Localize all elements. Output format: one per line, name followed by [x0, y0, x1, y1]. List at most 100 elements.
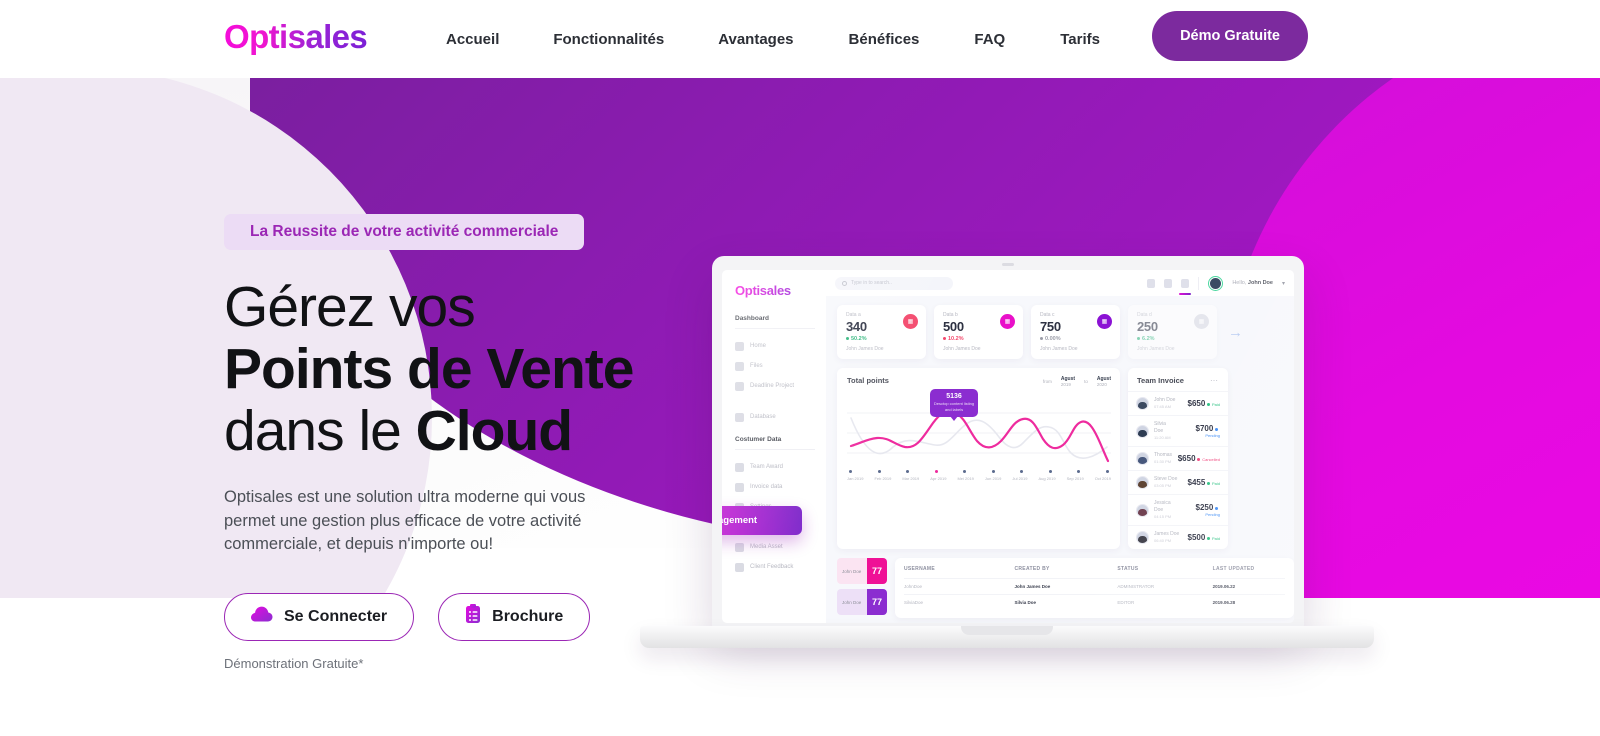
- score-card[interactable]: John Doe 77: [837, 589, 887, 615]
- dashboard-main: Type in to search.. Hello, John Doe ▾ Da…: [826, 270, 1294, 623]
- stat-change: 10.2%: [943, 336, 1015, 342]
- chart-tooltip: 5136 Desctop content listing and labels: [930, 389, 978, 421]
- chevron-down-icon[interactable]: ▾: [1282, 280, 1285, 287]
- stat-card[interactable]: Data c 750 0.00% John James Doe ▦: [1031, 305, 1120, 359]
- sidebar-item-invoice-data[interactable]: Invoice data: [735, 477, 815, 497]
- hero-section: La Reussite de votre activité commercial…: [0, 78, 1600, 736]
- search-placeholder: Type in to search..: [851, 280, 892, 286]
- database-icon: [735, 412, 744, 422]
- list-item[interactable]: Jessica Doe 04:15 PM $250 Pending: [1128, 494, 1228, 525]
- list-item[interactable]: John Doe 07:45 AM $650 Paid: [1128, 391, 1228, 415]
- invoice-amount: $455: [1187, 478, 1206, 487]
- brochure-label: Brochure: [492, 607, 564, 625]
- top-navigation-bar: Optisales Accueil Fonctionnalités Avanta…: [0, 0, 1600, 78]
- invoice-amount: $500: [1187, 533, 1206, 542]
- sidebar-item-media-asset[interactable]: Media Asset: [735, 537, 815, 557]
- nav-link-benefices[interactable]: Bénéfices: [849, 31, 920, 48]
- mail-icon[interactable]: [1164, 278, 1173, 288]
- sidebar-item-database[interactable]: Database: [735, 407, 815, 427]
- brand-logo[interactable]: Optisales: [224, 18, 368, 56]
- invoice-name: Jessica Doe: [1154, 500, 1171, 513]
- clipboard-icon: [465, 604, 481, 629]
- cell-status: EDITOR: [1117, 600, 1135, 605]
- tooltip-value: 5136: [946, 393, 962, 400]
- cell-status: ADMINISTRATOR: [1117, 584, 1155, 589]
- se-connecter-button[interactable]: Se Connecter: [224, 592, 415, 641]
- sidebar-item-client-feedback[interactable]: Client Feedback: [735, 557, 815, 577]
- column-header-status: STATUS: [1117, 566, 1139, 572]
- image-icon: [735, 542, 744, 552]
- cloud-icon: [251, 606, 273, 627]
- sidebar-item-team-award[interactable]: Team Award: [735, 457, 815, 477]
- laptop-lid: Optisales Dashboard Home Files Deadline …: [712, 256, 1304, 629]
- sidebar-item-home[interactable]: Home: [735, 336, 815, 356]
- range-from-value[interactable]: Agust 2019: [1061, 376, 1075, 387]
- table-header-row: USERNAME CREATED BY STATUS LAST UPDATED: [904, 566, 1285, 578]
- table-row[interactable]: JohnDoe John James Doe ADMINISTRATOR 201…: [904, 578, 1285, 594]
- invoice-name: Steve Doe: [1154, 476, 1178, 482]
- invoice-title: Team Invoice: [1137, 376, 1184, 385]
- range-to-value[interactable]: Agust 2020: [1097, 376, 1111, 387]
- next-arrow-icon[interactable]: →: [1228, 324, 1243, 341]
- nav-link-tarifs[interactable]: Tarifs: [1060, 31, 1100, 48]
- stat-card[interactable]: Data d 250 6.2% John James Doe ▦: [1128, 305, 1217, 359]
- x-tick-label: Feb 2019: [874, 476, 892, 481]
- cell-username: SilviaDoe: [904, 600, 924, 605]
- hero-tagline-badge: La Reussite de votre activité commercial…: [224, 214, 585, 250]
- list-item[interactable]: Steve Doe 03:05 PM $455 Paid: [1128, 470, 1228, 494]
- column-header-created-by: CREATED BY: [1014, 566, 1050, 572]
- sidebar-item-label: Files: [750, 363, 763, 369]
- stat-sub: John James Doe: [846, 346, 884, 352]
- stat-badge-icon: ▦: [1194, 314, 1209, 329]
- sidebar-item-label: Client Feedback: [750, 564, 794, 570]
- search-icon: [842, 280, 847, 286]
- headline-line-3-bold: Cloud: [415, 399, 573, 463]
- table-row[interactable]: SilviaDoe Silvia Doe EDITOR 2019.06.28: [904, 594, 1285, 610]
- stat-sub: John James Doe: [943, 346, 981, 352]
- x-tick-label: Mei 2019: [957, 476, 974, 481]
- column-header-username: USERNAME: [904, 566, 936, 572]
- chart-title: Total points: [847, 376, 889, 385]
- main-nav-links: Accueil Fonctionnalités Avantages Bénéfi…: [446, 0, 1100, 78]
- nav-link-avantages[interactable]: Avantages: [718, 31, 793, 48]
- se-connecter-label: Se Connecter: [284, 607, 388, 625]
- search-input[interactable]: Type in to search..: [835, 276, 953, 290]
- list-item[interactable]: James Doe 06:40 PM $500 Paid: [1128, 525, 1228, 549]
- score-name: John Doe: [842, 568, 862, 574]
- nav-link-faq[interactable]: FAQ: [974, 31, 1005, 48]
- stat-card[interactable]: Data a 340 50.2% John James Doe ▦: [837, 305, 926, 359]
- nav-link-accueil[interactable]: Accueil: [446, 31, 499, 48]
- avatar: [1136, 452, 1149, 465]
- invoice-time: 01:30 PM: [1154, 459, 1172, 464]
- stat-change: 50.2%: [846, 336, 918, 342]
- sidebar-management-spacer: [735, 396, 815, 407]
- chart-date-range[interactable]: from Agust 2019 to Agust 2020: [1043, 376, 1111, 387]
- stat-card[interactable]: Data b 500 10.2% John James Doe ▦: [934, 305, 1023, 359]
- avatar[interactable]: [1208, 275, 1224, 291]
- sidebar-item-files[interactable]: Files: [735, 356, 815, 376]
- score-card[interactable]: John Doe 77: [837, 558, 887, 584]
- bell-icon[interactable]: [1147, 278, 1156, 288]
- sidebar-item-deadline-project[interactable]: Deadline Project: [735, 376, 815, 396]
- page-title: Gérez vos Points de Vente dans le Cloud: [224, 276, 684, 462]
- cell-username: JohnDoe: [904, 584, 923, 589]
- status-badge: Paid: [1206, 402, 1220, 407]
- more-options-icon[interactable]: ⋯: [1210, 376, 1219, 385]
- file-icon: [735, 361, 744, 371]
- list-item[interactable]: Silvia Doe 11:20 AM $700 Pending: [1128, 415, 1228, 446]
- demo-gratuite-button[interactable]: Démo Gratuite: [1152, 11, 1308, 61]
- cell-created-by: Silvia Doe: [1014, 600, 1036, 605]
- sidebar-item-label: Team Award: [750, 464, 783, 470]
- sidebar-section-dashboard: Dashboard: [735, 315, 815, 329]
- invoice-time: 07:45 AM: [1154, 404, 1171, 409]
- management-highlight-pill[interactable]: Management: [722, 506, 802, 535]
- invoice-time: 11:20 AM: [1154, 435, 1171, 440]
- nav-link-fonctionnalites[interactable]: Fonctionnalités: [553, 31, 664, 48]
- brochure-button[interactable]: Brochure: [438, 592, 591, 641]
- dashboard-sidebar: Optisales Dashboard Home Files Deadline …: [722, 270, 826, 623]
- list-item[interactable]: Thomas 01:30 PM $650 Cancelled: [1128, 446, 1228, 470]
- sidebar-item-label: Media Asset: [750, 544, 783, 550]
- x-tick-label: Apr 2019: [930, 476, 947, 481]
- profile-tab-icon[interactable]: [1179, 278, 1192, 295]
- sidebar-item-label: Deadline Project: [750, 383, 795, 389]
